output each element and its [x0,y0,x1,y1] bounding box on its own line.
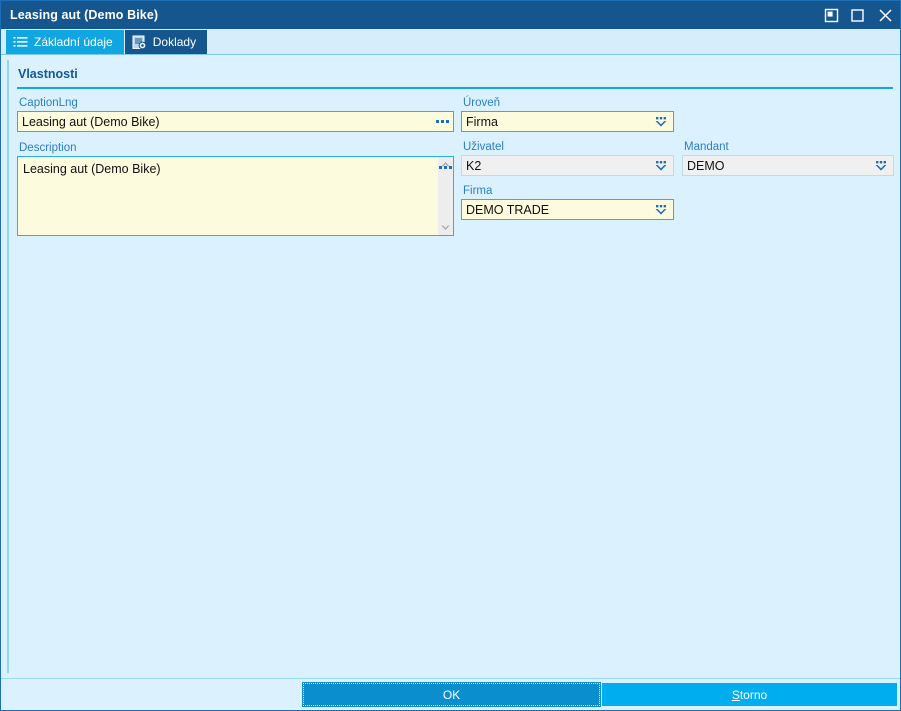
caption-lng-field[interactable]: Leasing aut (Demo Bike) [17,111,454,132]
uroven-value: Firma [466,114,498,129]
caption-lng-label: CaptionLng [19,97,78,109]
uzivatel-dropdown-button[interactable] [651,156,671,175]
firma-dropdown-button[interactable] [651,200,671,219]
restore-button[interactable] [818,1,844,29]
storno-accel: S [731,687,740,702]
tab-label: Základní údaje [34,35,113,49]
tab-strip: Základní údaje Doklady [1,29,900,55]
description-label: Description [19,142,77,154]
window-title: Leasing aut (Demo Bike) [10,8,159,22]
chevron-down-icon [655,160,667,171]
scroll-down-icon[interactable] [439,222,452,233]
uroven-label: Úroveň [463,97,501,109]
close-button[interactable] [870,1,900,29]
dialog-footer: OK Storno [1,678,900,710]
tab-doklady[interactable]: Doklady [124,30,208,54]
uzivatel-value: K2 [466,158,482,173]
storno-button-label: torno [739,687,768,702]
mandant-label: Mandant [684,141,729,153]
uzivatel-field[interactable]: K2 [461,155,674,176]
maximize-icon [850,8,864,22]
document-icon [132,35,147,49]
tab-label: Doklady [152,35,197,49]
description-ellipsis-button[interactable] [436,159,454,175]
title-bar: Leasing aut (Demo Bike) [1,1,900,29]
restore-icon [824,8,838,22]
maximize-button[interactable] [844,1,870,29]
description-textarea[interactable]: Leasing aut (Demo Bike) [17,156,454,236]
firma-value: DEMO TRADE [466,202,550,217]
chevron-down-icon [655,116,667,127]
dialog-window: Leasing aut (Demo Bike) Základní údaje D… [0,0,901,711]
chevron-down-icon [655,204,667,215]
panel-divider [17,87,893,89]
form-area: Vlastnosti CaptionLng Leasing aut (Demo … [1,55,900,678]
properties-panel: Vlastnosti CaptionLng Leasing aut (Demo … [7,60,895,673]
description-value: Leasing aut (Demo Bike) [23,162,161,176]
close-icon [878,8,892,22]
panel-title: Vlastnosti [18,67,78,81]
caption-lng-ellipsis-button[interactable] [433,113,451,130]
firma-field[interactable]: DEMO TRADE [461,199,674,220]
mandant-dropdown-button[interactable] [871,156,891,175]
mandant-field[interactable]: DEMO [682,155,894,176]
uroven-field[interactable]: Firma [461,111,674,132]
storno-button[interactable]: Storno [602,683,897,706]
list-icon [13,36,28,47]
uzivatel-label: Uživatel [463,141,504,153]
firma-label: Firma [463,185,493,197]
ok-button-label: OK [442,687,461,702]
mandant-value: DEMO [687,158,725,173]
chevron-down-icon [875,160,887,171]
ok-button[interactable]: OK [302,682,601,707]
tab-zakladni-udaje[interactable]: Základní údaje [6,30,124,54]
uroven-dropdown-button[interactable] [651,112,671,131]
caption-lng-value: Leasing aut (Demo Bike) [22,114,160,129]
